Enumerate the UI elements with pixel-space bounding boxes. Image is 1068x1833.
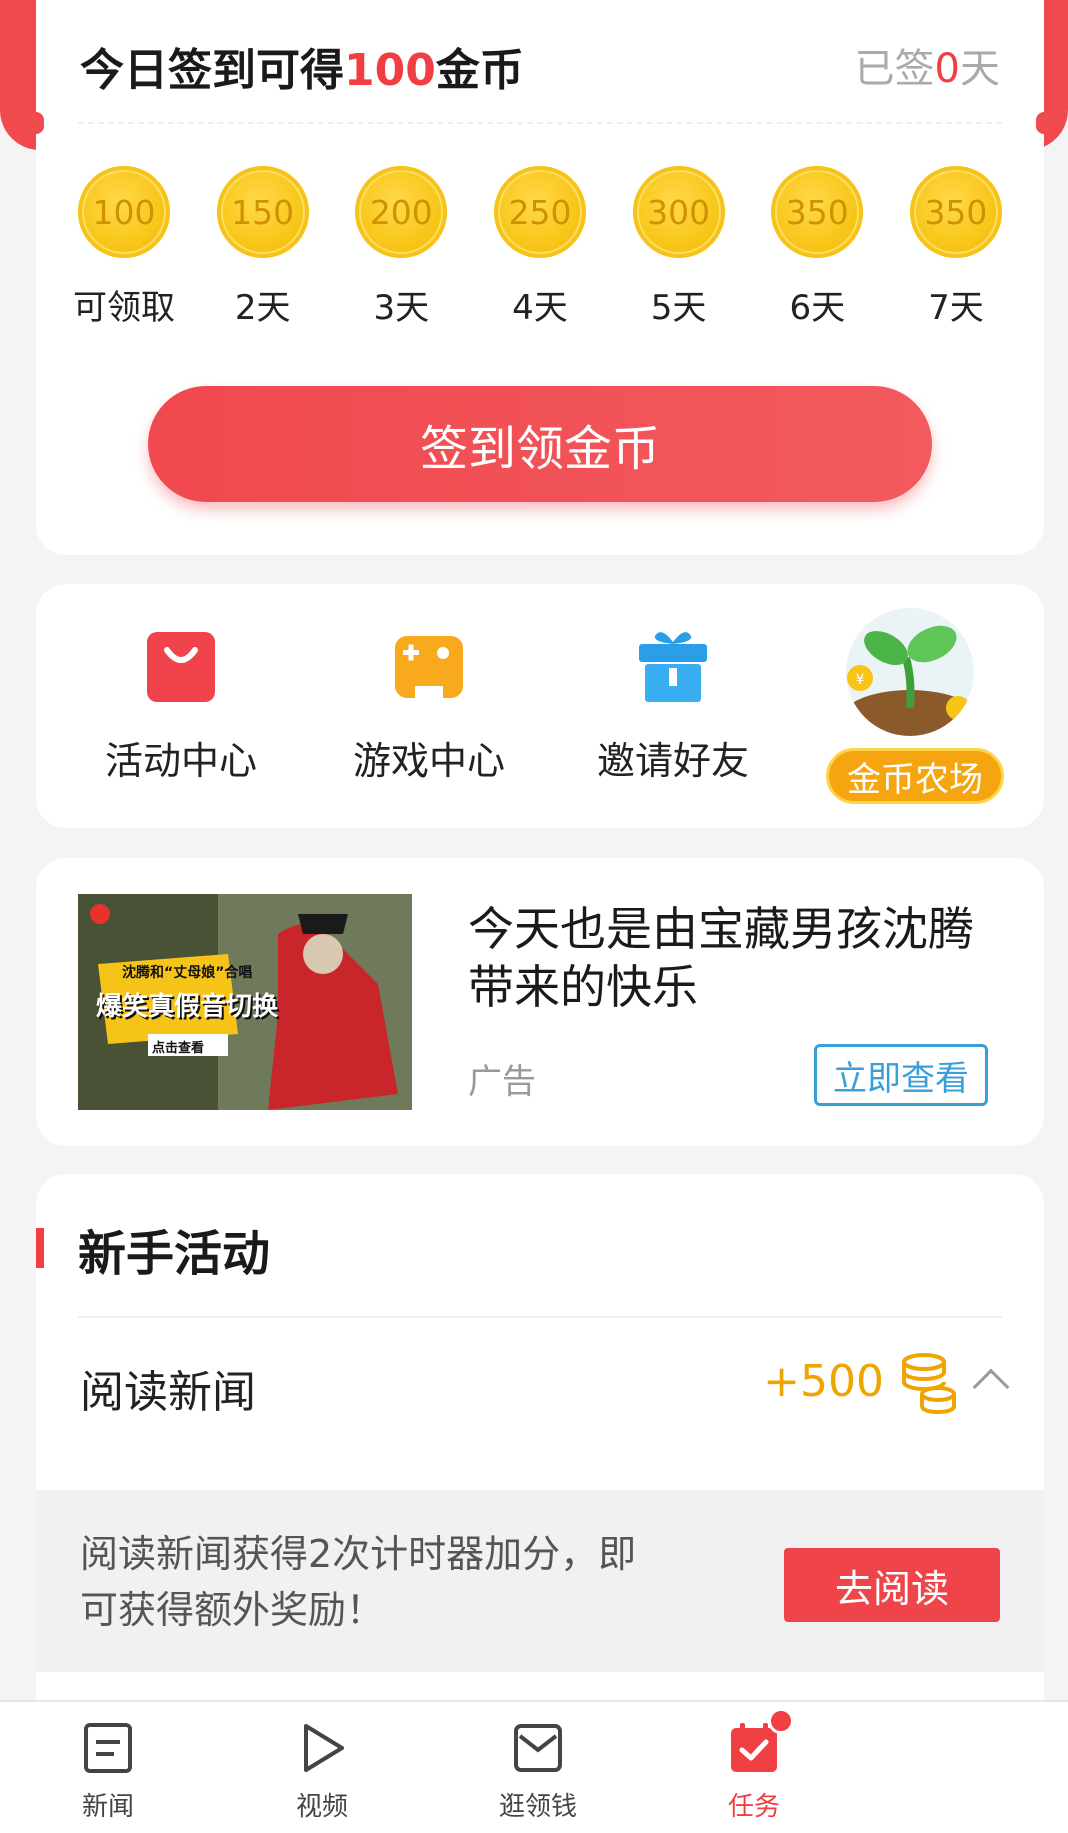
signin-claim-button[interactable]: 签到领金币 — [148, 386, 932, 502]
ad-thumbnail[interactable]: 沈腾和“丈母娘”合唱 爆笑真假音切换 点击查看 — [78, 894, 412, 1110]
coin-icon: 350 — [909, 166, 1002, 258]
entry-label: 邀请好友 — [596, 739, 749, 783]
ad-thumb-top-text: 沈腾和“丈母娘”合唱 — [122, 965, 253, 981]
signin-day-1[interactable]: 100 可领取 — [70, 166, 178, 329]
signin-day-6: 350 6天 — [763, 166, 871, 329]
coin-farm-entry[interactable]: ¥ 金币农场 — [826, 608, 1006, 808]
nav-label: 逛领钱 — [498, 1792, 577, 1822]
day-label: 6天 — [789, 288, 846, 328]
signed-days-counter: 已签0天 — [854, 46, 1000, 92]
chevron-up-icon[interactable] — [972, 1368, 1010, 1406]
day-label: 7天 — [928, 288, 984, 328]
signin-day-4: 250 4天 — [486, 166, 594, 329]
day-label: 5天 — [650, 288, 707, 328]
ad-thumb-headline: 爆笑真假音切换 — [96, 992, 279, 1022]
coin-stack-icon — [900, 1352, 958, 1415]
task-row-read-news[interactable]: 阅读新闻 +500 — [36, 1316, 1044, 1466]
ad-title[interactable]: 今天也是由宝藏男孩沈腾带来的快乐 — [468, 900, 988, 1016]
task-name: 阅读新闻 — [80, 1367, 256, 1418]
signin-day-7: 350 7天 — [902, 166, 1010, 329]
signin-card: 今日签到可得100金币 已签0天 100 可领取 150 2天 200 3天 2… — [28, 0, 1052, 555]
coin-farm-label: 金币农场 — [826, 748, 1004, 804]
task-reward: +500 — [763, 1356, 884, 1407]
card-notch-right — [1036, 112, 1052, 134]
signin-coin-row: 100 可领取 150 2天 200 3天 250 4天 300 5天 350 … — [70, 166, 1010, 329]
coin-icon: 150 — [216, 166, 309, 258]
nav-item-earn[interactable]: 逛领钱 — [478, 1722, 598, 1823]
activity-center-entry[interactable]: 活动中心 — [76, 628, 286, 785]
newbie-activities-card: 新手活动 阅读新闻 +500 阅读新闻获得2次计时器加分，即可获得额外奖励！ 去… — [36, 1174, 1044, 1714]
coin-icon: 200 — [355, 166, 448, 258]
nav-item-video[interactable]: 视频 — [262, 1722, 382, 1823]
day-label: 4天 — [512, 288, 568, 328]
day-label: 2天 — [234, 288, 291, 328]
gamepad-icon — [393, 628, 465, 704]
shopping-bag-icon — [145, 628, 217, 704]
invite-friends-entry[interactable]: 邀请好友 — [568, 628, 778, 785]
sprout-icon: ¥ — [846, 608, 974, 736]
card-notch-left — [28, 112, 44, 134]
entry-label: 游戏中心 — [352, 739, 505, 783]
play-icon — [296, 1722, 348, 1774]
nav-label: 新闻 — [81, 1792, 134, 1822]
calendar-check-icon — [728, 1708, 794, 1774]
envelope-icon — [512, 1722, 564, 1774]
section-accent-bar — [36, 1228, 44, 1268]
signin-day-3: 200 3天 — [347, 166, 455, 329]
coin-icon: 100 — [78, 166, 170, 258]
view-now-button[interactable]: 立即查看 — [814, 1044, 988, 1106]
game-center-entry[interactable]: 游戏中心 — [324, 628, 534, 785]
bottom-nav: 新闻 视频 逛领钱 任务 — [0, 1700, 1068, 1833]
coin-icon: 350 — [771, 166, 864, 258]
divider — [78, 122, 1002, 124]
signin-day-2: 150 2天 — [209, 166, 317, 329]
quick-entries-card: 活动中心 游戏中心 邀请好友 ¥ 金币农场 — [36, 584, 1044, 828]
svg-text:¥: ¥ — [856, 672, 865, 688]
signin-day-5: 300 5天 — [625, 166, 733, 329]
nav-item-news[interactable]: 新闻 — [48, 1722, 168, 1823]
coin-icon: 250 — [493, 166, 586, 258]
notification-dot — [768, 1708, 794, 1734]
news-icon — [82, 1722, 134, 1774]
entry-label: 活动中心 — [104, 739, 257, 783]
nav-label: 视频 — [295, 1792, 348, 1822]
ad-card[interactable]: 沈腾和“丈母娘”合唱 爆笑真假音切换 点击查看 今天也是由宝藏男孩沈腾带来的快乐… — [36, 858, 1044, 1146]
signin-title-amount: 100 — [344, 45, 436, 96]
signin-title: 今日签到可得100金币 — [80, 45, 524, 96]
ad-thumb-cta: 点击查看 — [152, 1041, 205, 1056]
gift-icon — [637, 628, 709, 704]
nav-item-tasks[interactable]: 任务 — [694, 1708, 814, 1823]
task-detail-panel: 阅读新闻获得2次计时器加分，即可获得额外奖励！ 去阅读 — [36, 1490, 1044, 1672]
ad-tag: 广告 — [468, 1062, 536, 1102]
coin-icon: 300 — [632, 166, 725, 258]
nav-label: 任务 — [727, 1792, 780, 1822]
section-title: 新手活动 — [78, 1226, 271, 1282]
day-label: 3天 — [373, 288, 430, 328]
day-label: 可领取 — [73, 288, 175, 328]
task-description: 阅读新闻获得2次计时器加分，即可获得额外奖励！ — [80, 1532, 637, 1632]
go-read-button[interactable]: 去阅读 — [784, 1548, 1000, 1622]
